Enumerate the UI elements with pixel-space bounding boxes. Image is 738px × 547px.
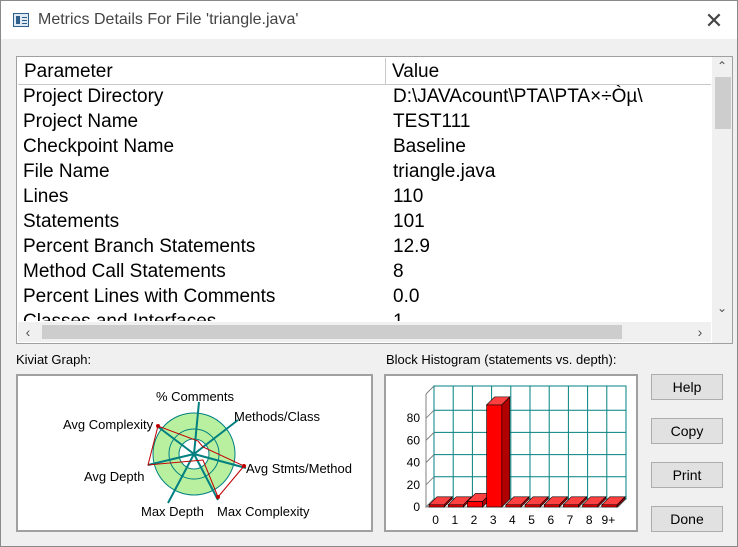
copy-button[interactable]: Copy [651, 418, 723, 444]
scroll-down-icon[interactable]: ⌄ [712, 301, 732, 315]
vertical-scroll-thumb[interactable] [715, 77, 731, 129]
value-cell: 12.9 [393, 236, 430, 257]
x-tick-label: 5 [528, 513, 535, 527]
x-tick-label: 4 [509, 513, 516, 527]
y-axis-depth-line [425, 385, 435, 395]
print-button[interactable]: Print [651, 462, 723, 488]
table-row[interactable]: Classes and Interfaces 1 [18, 310, 711, 321]
parameter-cell: Percent Branch Statements [23, 236, 256, 257]
kiviat-panel: % Comments Methods/Class Avg Stmts/Metho… [16, 374, 373, 532]
column-header-value[interactable]: Value [386, 58, 711, 84]
x-tick-label: 1 [451, 513, 458, 527]
bar-front [601, 504, 618, 508]
bar-front [524, 504, 541, 508]
value-cell: 110 [393, 186, 424, 207]
bar-front [582, 504, 599, 508]
bar-front [447, 504, 464, 508]
bar-front [505, 504, 522, 508]
kiviat-point [156, 424, 160, 428]
grid-depth-line [425, 432, 435, 441]
table-row[interactable]: Statements 101 [18, 210, 711, 235]
parameter-cell: Project Name [23, 111, 139, 132]
app-icon [13, 13, 29, 27]
grid-depth-line [425, 409, 435, 419]
scroll-up-icon[interactable]: ⌃ [712, 59, 732, 73]
close-button[interactable]: ✕ [701, 8, 727, 34]
y-tick-label: 40 [407, 456, 421, 470]
bar-front [467, 501, 483, 508]
value-cell: 101 [393, 211, 425, 232]
x-tick-label: 8 [586, 513, 593, 527]
horizontal-scroll-thumb[interactable] [42, 325, 622, 339]
table-body: Project Directory D:\JAVAcount\PTA\PTA×÷Ò… [18, 85, 711, 321]
y-tick-label: 20 [407, 478, 421, 492]
scroll-right-icon[interactable]: › [690, 324, 710, 340]
value-cell: 1 [393, 311, 404, 321]
histogram-label: Block Histogram (statements vs. depth): [386, 352, 617, 367]
x-tick-label: 3 [490, 513, 497, 527]
bar-side [501, 396, 511, 508]
parameter-cell: Checkpoint Name [23, 136, 175, 157]
axis-label-avg-complexity: Avg Complexity [63, 417, 154, 432]
bar-front [428, 504, 445, 508]
window-title: Metrics Details For File 'triangle.java' [38, 11, 299, 28]
table-row[interactable]: Lines 110 [18, 185, 711, 210]
x-tick-label: 7 [567, 513, 574, 527]
bar-front [543, 504, 560, 508]
parameter-cell: Lines [23, 186, 69, 207]
value-cell: triangle.java [393, 161, 496, 182]
grid-depth-line [425, 454, 435, 463]
done-button[interactable]: Done [651, 506, 723, 532]
parameter-cell: Method Call Statements [23, 261, 226, 282]
table-row[interactable]: Project Directory D:\JAVAcount\PTA\PTA×÷Ò… [18, 85, 711, 110]
histogram-panel: 0 20 40 60 80 0 1 2 3 4 5 6 7 8 9+ [384, 374, 638, 532]
parameter-cell: File Name [23, 161, 110, 182]
parameter-cell: Percent Lines with Comments [23, 286, 276, 307]
metrics-table[interactable]: Parameter Value Project Directory D:\JAVA… [16, 56, 733, 344]
column-header-parameter[interactable]: Parameter [18, 58, 386, 84]
table-row[interactable]: Project Name TEST111 [18, 110, 711, 135]
y-tick-label: 60 [407, 433, 421, 447]
table-row[interactable]: Checkpoint Name Baseline [18, 135, 711, 160]
bar-front [563, 504, 579, 508]
metrics-dialog: Metrics Details For File 'triangle.java'… [0, 0, 738, 547]
table-row[interactable]: Percent Lines with Comments 0.0 [18, 285, 711, 310]
kiviat-point [216, 495, 220, 499]
y-tick-label: 0 [413, 500, 420, 514]
axis-label-methods-class: Methods/Class [234, 409, 320, 424]
x-tick-label: 2 [471, 513, 478, 527]
x-tick-label: 6 [547, 513, 554, 527]
kiviat-label: Kiviat Graph: [16, 352, 92, 367]
value-cell: D:\JAVAcount\PTA\PTA×÷Òµ\ [393, 86, 643, 107]
scrollbar-corner [712, 323, 732, 343]
axis-label-avg-stmts: Avg Stmts/Method [246, 461, 352, 476]
help-button[interactable]: Help [651, 374, 723, 400]
bar-front [486, 404, 503, 508]
axis-label-max-complexity: Max Complexity [217, 504, 310, 519]
table-row[interactable]: Method Call Statements 8 [18, 260, 711, 285]
scroll-left-icon[interactable]: ‹ [18, 324, 38, 340]
value-cell: 8 [393, 261, 404, 282]
kiviat-graph: % Comments Methods/Class Avg Stmts/Metho… [63, 389, 352, 519]
horizontal-scrollbar[interactable]: ‹ › [18, 322, 711, 342]
parameter-cell: Statements [23, 211, 120, 232]
block-histogram: 0204060800 1 2 3 4 5 6 7 8 9+ [407, 385, 628, 527]
table-header: Parameter Value [18, 58, 711, 85]
vertical-scrollbar[interactable]: ⌃ ⌄ [712, 57, 732, 323]
y-tick-label: 80 [407, 411, 421, 425]
axis-label-max-depth: Max Depth [141, 504, 204, 519]
value-cell: 0.0 [393, 286, 420, 307]
parameter-cell: Project Directory [23, 86, 164, 107]
x-tick-label: 0 [432, 513, 439, 527]
parameter-cell: Classes and Interfaces [23, 311, 216, 321]
axis-label-comments: % Comments [156, 389, 235, 404]
value-cell: TEST111 [393, 111, 471, 132]
grid-depth-line [425, 476, 435, 486]
table-row[interactable]: Percent Branch Statements 12.9 [18, 235, 711, 260]
axis-label-avg-depth: Avg Depth [84, 469, 144, 484]
title-bar: Metrics Details For File 'triangle.java'… [1, 1, 737, 39]
x-tick-label: 9+ [602, 513, 616, 527]
value-cell: Baseline [393, 136, 466, 157]
table-row[interactable]: File Name triangle.java [18, 160, 711, 185]
